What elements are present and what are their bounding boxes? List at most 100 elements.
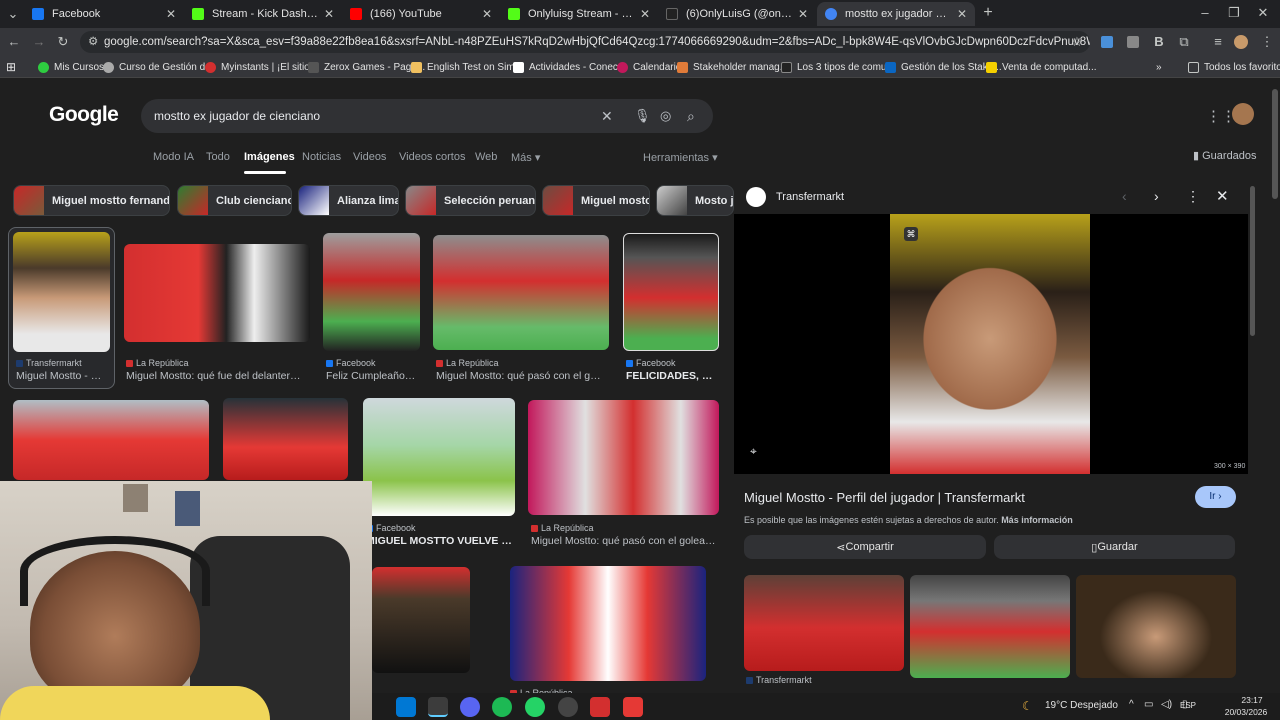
result-caption[interactable]: Miguel Mostto: qué pasó con el golea... [436, 370, 606, 382]
result-image[interactable] [223, 398, 348, 480]
saved-button[interactable]: ▮ Guardados [1193, 149, 1257, 162]
extension-icon[interactable] [1127, 36, 1139, 48]
store-icon[interactable] [396, 697, 416, 717]
chip-related-search[interactable]: Miguel mosto [542, 185, 650, 216]
reload-icon[interactable]: ↻ [54, 33, 72, 51]
result-caption[interactable]: MIGUEL MOSTTO VUELVE PA... [366, 535, 514, 547]
whatsapp-icon[interactable] [525, 697, 545, 717]
tab-kick[interactable]: Stream - Kick Dashboard ✕ [184, 2, 342, 26]
language-indicator[interactable]: ESP [1180, 701, 1196, 710]
result-image[interactable] [13, 400, 209, 480]
site-info-icon[interactable]: ⚙ [88, 31, 98, 53]
result-caption[interactable]: Miguel Mostto: qué pasó con el goleador … [531, 535, 719, 547]
previous-icon[interactable]: ‹ [1122, 188, 1127, 204]
bookmark-item[interactable]: Los 3 tipos de comu... [781, 59, 895, 75]
forward-icon[interactable]: → [30, 33, 48, 51]
save-button[interactable]: ▯ Guardar [994, 535, 1235, 559]
tab-all[interactable]: Todo [206, 151, 230, 163]
result-caption[interactable]: Miguel Mostto: qué fue del delantero ca.… [126, 370, 306, 382]
result-image[interactable] [363, 398, 515, 516]
related-image[interactable] [744, 575, 904, 671]
all-bookmarks[interactable]: Todos los favoritos [1188, 59, 1280, 75]
app-icon[interactable] [590, 697, 610, 717]
bookmarks-overflow-icon[interactable]: » [1156, 59, 1162, 75]
spotify-icon[interactable] [492, 697, 512, 717]
chip-related-search[interactable]: Club cienciano [177, 185, 292, 216]
extension-icon[interactable] [1101, 36, 1113, 48]
bookmark-item[interactable]: Zerox Games - Paga... [308, 59, 425, 75]
menu-dots-icon[interactable]: ⋮ [1258, 33, 1276, 51]
share-button[interactable]: ⋖ Compartir [744, 535, 986, 559]
tab-facebook[interactable]: Facebook ✕ [24, 2, 184, 26]
bookmark-item[interactable]: English Test on Sim... [411, 59, 523, 75]
result-image[interactable] [510, 566, 706, 681]
search-box[interactable]: mostto ex jugador de cienciano ✕ 🎙︎ ◎ ⌕ [141, 99, 713, 133]
result-image[interactable] [433, 235, 609, 350]
more-options-icon[interactable]: ⋮ [1186, 188, 1200, 205]
address-bar[interactable]: ⚙ google.com/search?sa=X&sca_esv=f39a88e… [80, 31, 1090, 53]
back-icon[interactable]: ← [5, 33, 23, 51]
lens-icon[interactable]: ◎ [660, 99, 671, 133]
share-image-icon[interactable]: ⌘ [904, 227, 918, 241]
tab-news[interactable]: Noticias [302, 151, 341, 163]
minimize-icon[interactable]: – [1196, 4, 1214, 22]
page-scrollbar[interactable] [1272, 89, 1278, 199]
search-icon[interactable]: ⌕ [687, 99, 695, 133]
next-icon[interactable]: › [1154, 188, 1159, 204]
close-icon[interactable]: ✕ [482, 7, 492, 21]
close-panel-icon[interactable]: ✕ [1216, 187, 1229, 205]
panel-source[interactable]: Transfermarkt [776, 191, 844, 203]
tab-tiktok[interactable]: (6)OnlyLuisG (@onlyluisg1) | Tik ✕ [658, 2, 816, 26]
media-icon[interactable]: ≡ [1209, 33, 1227, 51]
bookmark-item[interactable]: Gestión de los Stake... [885, 59, 1002, 75]
tab-web[interactable]: Web [475, 151, 497, 163]
window-close-icon[interactable]: ✕ [1254, 4, 1272, 22]
close-icon[interactable]: ✕ [640, 7, 650, 21]
chip-related-search[interactable]: Selección peruana [405, 185, 536, 216]
chrome-icon[interactable] [428, 697, 448, 717]
tray-chevron-icon[interactable]: ^ [1129, 699, 1134, 710]
panel-title[interactable]: Miguel Mostto - Perfil del jugador | Tra… [744, 490, 1025, 505]
close-icon[interactable]: ✕ [324, 7, 334, 21]
result-caption[interactable]: FELICIDADES, MIG... [626, 370, 718, 382]
result-image[interactable] [372, 567, 470, 673]
obs-icon[interactable] [558, 697, 578, 717]
extensions-puzzle-icon[interactable]: ⧉ [1175, 33, 1193, 51]
chip-related-search[interactable]: Mosto ju [656, 185, 734, 216]
more-info-link[interactable]: Más información [1001, 515, 1073, 525]
chip-related-search[interactable]: Alianza lima [298, 185, 399, 216]
tab-ai-mode[interactable]: Modo IA [153, 151, 194, 163]
tab-images[interactable]: Imágenes [244, 151, 295, 163]
bookmark-item[interactable]: Stakeholder manag... [677, 59, 788, 75]
result-caption[interactable]: Feliz Cumpleaños,... [326, 370, 418, 382]
result-image[interactable] [323, 233, 420, 351]
result-image[interactable] [13, 232, 110, 352]
new-tab-icon[interactable]: + [979, 4, 997, 22]
visit-button[interactable]: Ir › [1195, 486, 1236, 508]
bookmark-item[interactable]: Myinstants | ¡El sitio... [205, 59, 318, 75]
search-input[interactable]: mostto ex jugador de cienciano [154, 109, 320, 123]
tab-more[interactable]: Más ▾ [511, 151, 540, 164]
lens-search-icon[interactable]: ⌖ [750, 444, 757, 459]
panel-scrollbar[interactable] [1250, 186, 1255, 336]
result-caption[interactable]: Miguel Mostto - Pe... [16, 370, 108, 382]
bookmark-item[interactable]: Mis Cursos [38, 59, 104, 75]
clock-time[interactable]: 23:17 [1227, 695, 1277, 705]
chip-related-search[interactable]: Miguel mostto fernandez [13, 185, 170, 216]
close-icon[interactable]: ✕ [957, 7, 967, 21]
weather-text[interactable]: 19°C Despejado [1045, 700, 1118, 711]
tools-button[interactable]: Herramientas ▾ [643, 151, 718, 164]
tab-kick-stream[interactable]: Onlyluisg Stream - Watch Live o ✕ [500, 2, 658, 26]
result-image[interactable] [124, 244, 310, 342]
microphone-icon[interactable]: 🎙︎ [634, 99, 651, 133]
tab-google-search[interactable]: mostto ex jugador de cienciano ✕ [817, 2, 975, 26]
clear-icon[interactable]: ✕ [601, 99, 613, 133]
account-avatar[interactable] [1232, 103, 1254, 125]
profile-avatar[interactable] [1234, 35, 1248, 49]
result-image[interactable] [623, 233, 719, 351]
tab-short-videos[interactable]: Videos cortos [399, 151, 465, 163]
close-icon[interactable]: ✕ [798, 7, 808, 21]
preview-image[interactable] [890, 214, 1090, 474]
volume-icon[interactable]: ◁) [1161, 699, 1172, 710]
related-image[interactable] [1076, 575, 1236, 678]
